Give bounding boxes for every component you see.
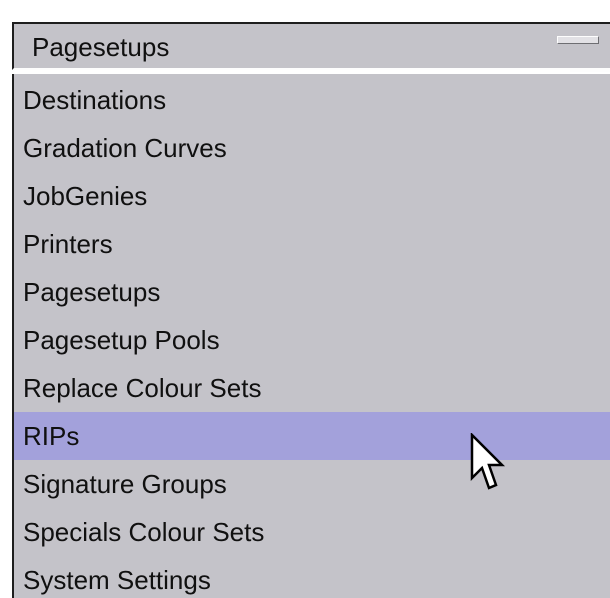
list-item-label: Gradation Curves [23,133,227,163]
list-item-gradation-curves[interactable]: Gradation Curves [14,124,610,172]
category-dropdown[interactable]: Pagesetups [12,22,610,72]
list-item-label: Replace Colour Sets [23,373,262,403]
list-item-signature-groups[interactable]: Signature Groups [14,460,610,508]
list-item-label: Signature Groups [23,469,227,499]
dropdown-handle-icon[interactable] [557,36,599,44]
mouse-pointer-icon [470,433,506,490]
list-item-label: Specials Colour Sets [23,517,265,547]
list-item-replace-colour-sets[interactable]: Replace Colour Sets [14,364,610,412]
list-item-pagesetups[interactable]: Pagesetups [14,268,610,316]
list-item-destinations[interactable]: Destinations [14,76,610,124]
list-item-printers[interactable]: Printers [14,220,610,268]
list-item-label: Printers [23,229,113,259]
dropdown-handle-highlight [570,69,610,72]
list-item-label: JobGenies [23,181,148,211]
list-item-label: RIPs [23,421,80,451]
list-item-jobgenies[interactable]: JobGenies [14,172,610,220]
list-item-label: System Settings [23,565,211,595]
list-item-specials-colour-sets[interactable]: Specials Colour Sets [14,508,610,556]
list-item-pagesetup-pools[interactable]: Pagesetup Pools [14,316,610,364]
dropdown-selected-value: Pagesetups [32,32,170,62]
dropdown-options-list[interactable]: Destinations Gradation Curves JobGenies … [12,74,610,598]
list-item-rips[interactable]: RIPs [14,412,610,460]
list-item-label: Destinations [23,85,167,115]
list-item-label: Pagesetups [23,277,161,307]
list-item-system-settings[interactable]: System Settings [14,556,610,598]
list-item-label: Pagesetup Pools [23,325,220,355]
